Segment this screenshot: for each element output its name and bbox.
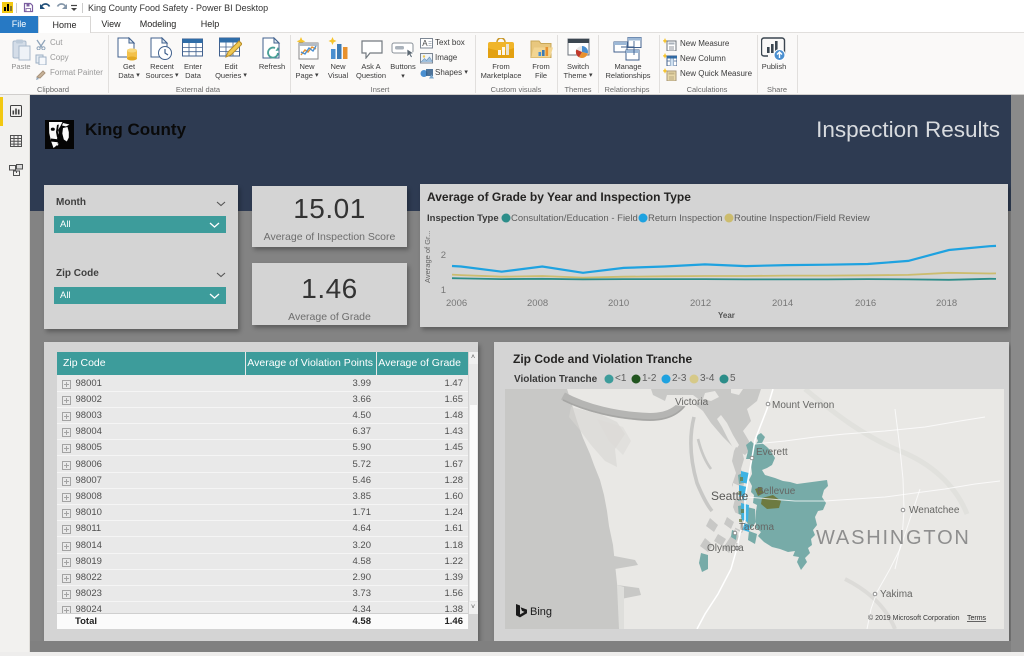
svg-text:Victoria: Victoria: [675, 397, 709, 408]
svg-text:Yakima: Yakima: [880, 589, 913, 600]
svg-text:Mount Vernon: Mount Vernon: [772, 400, 834, 411]
svg-text:WASHINGTON: WASHINGTON: [816, 527, 971, 549]
svg-text:Bellevue: Bellevue: [757, 486, 796, 497]
svg-text:Bing: Bing: [530, 606, 552, 618]
svg-text:© 2019 Microsoft Corporation: © 2019 Microsoft Corporation: [868, 614, 960, 622]
svg-text:Everett: Everett: [756, 447, 788, 458]
svg-text:Tacoma: Tacoma: [739, 522, 774, 533]
svg-text:Olympia: Olympia: [707, 543, 744, 554]
svg-text:Terms: Terms: [967, 615, 987, 622]
svg-text:A: A: [422, 39, 428, 48]
svg-text:Wenatchee: Wenatchee: [909, 505, 960, 516]
svg-text:Seattle: Seattle: [711, 489, 749, 503]
